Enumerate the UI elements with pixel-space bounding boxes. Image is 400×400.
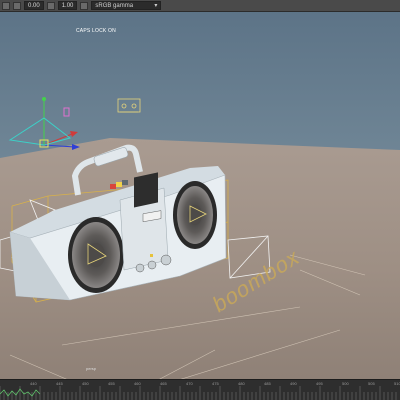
camera-label: persp	[86, 366, 97, 371]
gamma-icon[interactable]	[46, 1, 55, 10]
frame-label: 480	[238, 381, 245, 386]
viewport-toolbar: 0.00 1.00 sRGB gamma ▾	[0, 0, 400, 12]
frame-label: 510	[394, 381, 400, 386]
time-slider[interactable]: 440 445 450 455 460 465 470 475 480 485 490 495 500 5…	[0, 379, 400, 400]
color-management-icon[interactable]	[80, 1, 89, 10]
volume-knob	[135, 263, 145, 273]
frame-label: 485	[264, 381, 271, 386]
exposure-icon[interactable]	[13, 1, 21, 10]
scene-render[interactable]	[0, 0, 400, 400]
frame-label: 455	[108, 381, 115, 386]
tape-deck	[134, 172, 158, 208]
frame-label: 470	[186, 381, 193, 386]
maya-viewport[interactable]: 0.00 1.00 sRGB gamma ▾ CAPS LOCK ON boomb…	[0, 0, 400, 400]
frame-label: 450	[82, 381, 89, 386]
view-transform-dropdown[interactable]: sRGB gamma ▾	[91, 1, 162, 10]
frame-label: 440	[30, 381, 37, 386]
frame-label: 505	[368, 381, 375, 386]
gamma-field[interactable]: 1.00	[57, 1, 78, 10]
frame-label: 445	[56, 381, 63, 386]
camera-attributes-icon[interactable]	[2, 1, 10, 10]
frame-label: 465	[160, 381, 167, 386]
frame-label: 500	[342, 381, 349, 386]
chevron-down-icon: ▾	[154, 3, 158, 9]
frame-label: 460	[134, 381, 141, 386]
frame-label: 490	[290, 381, 297, 386]
exposure-field[interactable]: 0.00	[24, 1, 44, 10]
frame-label: 475	[212, 381, 219, 386]
frame-label: 495	[316, 381, 323, 386]
view-transform-label: sRGB gamma	[95, 3, 134, 9]
caps-lock-indicator: CAPS LOCK ON	[76, 28, 116, 34]
